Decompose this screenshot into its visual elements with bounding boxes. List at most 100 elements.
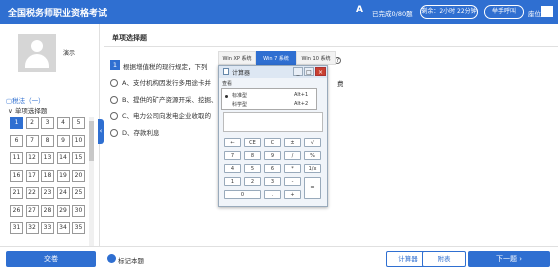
appendix-button[interactable]: 附表 [422,251,466,267]
next-question-button[interactable]: 下一题 › [468,251,550,267]
flag-icon [107,254,116,263]
calc-key[interactable]: 7 [224,151,241,160]
question-cell[interactable]: 24 [56,187,70,199]
submit-exam-button[interactable]: 交卷 [6,251,96,267]
calc-key[interactable]: CE [244,138,261,147]
hand-raise-button[interactable]: 举手呼叫 [484,5,524,19]
calc-key[interactable]: - [284,177,301,186]
option-c[interactable]: C、电力公司向发电企业收取的 [110,110,211,120]
minimize-button[interactable]: _ [293,67,303,76]
tab-calculator-style[interactable]: Win 7 系统 [256,51,296,65]
calc-key[interactable]: 0 [224,190,261,199]
question-cell[interactable]: 32 [25,222,39,234]
mode-shortcut: Alt+2 [294,101,309,107]
question-cell[interactable]: 18 [41,169,54,182]
close-button[interactable]: × [315,67,326,76]
question-cell[interactable]: 33 [41,222,54,234]
question-cell[interactable]: 29 [56,204,70,217]
question-cell[interactable]: 16 [10,169,23,182]
question-cell[interactable]: 25 [72,187,85,199]
option-text: C、电力公司向发电企业收取的 [122,112,212,120]
question-cell[interactable]: 10 [72,134,85,147]
calc-key[interactable]: * [284,164,301,173]
question-cell[interactable]: 8 [41,134,54,147]
radio-icon[interactable] [110,95,118,104]
tab-calculator-style[interactable]: Win 10 系统 [296,51,336,65]
question-cell[interactable]: 3 [41,117,54,129]
mode-shortcut: Alt+1 [294,92,309,98]
calc-key[interactable]: 2 [244,177,261,186]
calc-key[interactable]: . [264,190,281,199]
section-title[interactable]: ▢税法（一） [6,95,45,105]
question-text-tail: 费 [337,80,344,88]
subsection-title[interactable]: ∨ 单项选择题 [8,105,47,115]
calc-key[interactable]: ± [284,138,301,147]
calc-key[interactable]: % [304,151,321,160]
view-menu[interactable]: 查看 [222,80,232,87]
question-number: 1 [110,60,120,70]
question-cell[interactable]: 17 [25,169,39,182]
question-cell[interactable]: 2 [25,117,39,129]
calc-key[interactable]: 1 [224,177,241,186]
question-cell[interactable]: 13 [41,152,54,164]
question-cell[interactable]: 23 [41,187,54,199]
calc-key[interactable]: = [304,177,321,199]
top-bar: 全国税务师职业资格考试 A 已完成0/80题 剩余：2小时 22分钟 举手呼叫 … [0,0,558,24]
calc-key[interactable]: 9 [264,151,281,160]
calc-key[interactable]: 3 [264,177,281,186]
calc-key[interactable]: ← [224,138,241,147]
calc-key[interactable]: 5 [244,164,261,173]
mark-question-button[interactable]: 标记本题 [118,255,144,265]
person-body [25,54,49,68]
question-cell[interactable]: 9 [56,134,70,147]
selected-dot-icon [225,95,228,98]
scrollbar-thumb[interactable] [89,121,94,161]
question-cell[interactable]: 28 [41,204,54,217]
avatar [18,34,56,72]
question-cell[interactable]: 11 [10,152,23,164]
candidate-name: 演示 [63,50,76,57]
tab-calculator-style[interactable]: Win XP 系统 [218,51,256,65]
calc-key[interactable]: 8 [244,151,261,160]
question-cell[interactable]: 21 [10,187,23,199]
question-cell[interactable]: 14 [56,152,70,164]
question-cell[interactable]: 22 [25,187,39,199]
question-cell[interactable]: 5 [72,117,85,129]
question-cell[interactable]: 20 [72,169,85,182]
calc-key[interactable]: 4 [224,164,241,173]
question-cell[interactable]: 34 [56,222,70,234]
sidebar-scrollbar[interactable] [89,117,94,247]
radio-icon[interactable] [110,128,118,137]
calc-key[interactable]: + [284,190,301,199]
calc-key[interactable]: 6 [264,164,281,173]
calc-key[interactable]: C [264,138,281,147]
question-cell[interactable]: 30 [72,204,85,217]
question-cell[interactable]: 7 [25,134,39,147]
calculator-titlebar[interactable]: 计算器 _ □ × [219,66,327,78]
calc-key[interactable]: √ [304,138,321,147]
calc-key[interactable]: 1/x [304,164,321,173]
answered-count: 已完成0/80题 [372,10,413,18]
question-cell[interactable]: 27 [25,204,39,217]
section-title-text: 税法（一） [12,97,45,105]
question-cell[interactable]: 6 [10,134,23,147]
question-cell[interactable]: 31 [10,222,23,234]
collapse-sidebar-button[interactable]: ‹ [98,119,104,144]
question-cell[interactable]: 15 [72,152,85,164]
option-d[interactable]: D、存款利息 [110,127,160,137]
question-cell[interactable]: 4 [56,117,70,129]
option-b[interactable]: B、提供的矿产资源开采、挖掘、 [110,94,217,104]
radio-icon[interactable] [110,112,118,120]
question-cell[interactable]: 19 [56,169,70,182]
radio-icon[interactable] [110,79,118,87]
question-cell[interactable]: 1 [10,117,23,129]
question-cell[interactable]: 26 [10,204,23,217]
font-size-icon[interactable]: A [356,5,363,15]
question-cell[interactable]: 12 [25,152,39,164]
seat-number-box [541,6,553,17]
maximize-button[interactable]: □ [304,67,314,76]
calc-key[interactable]: / [284,151,301,160]
view-dropdown: 标准型 Alt+1 科学型 Alt+2 [221,88,317,110]
question-cell[interactable]: 35 [72,222,85,234]
option-a[interactable]: A、支付机构因发行多用途卡并 [110,77,211,87]
